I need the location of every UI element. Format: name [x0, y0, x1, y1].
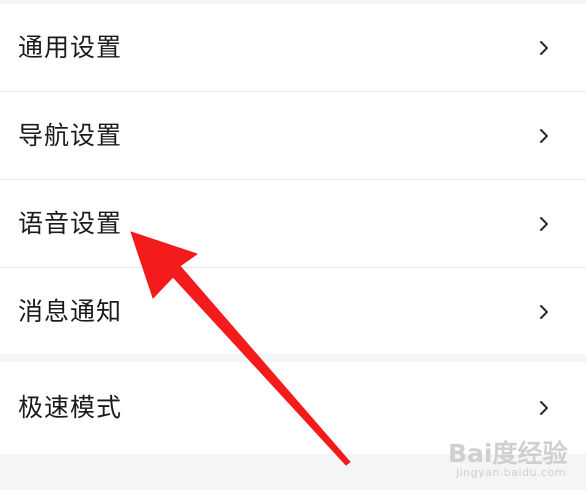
chevron-right-icon	[539, 216, 549, 231]
settings-item-voice[interactable]: 语音设置	[0, 180, 586, 267]
chevron-right-icon	[539, 304, 549, 319]
settings-item-label: 语音设置	[18, 209, 123, 238]
watermark: Bai度经验 jingyan.baidu.com	[448, 430, 580, 486]
settings-item-notifications[interactable]: 消息通知	[0, 268, 586, 355]
settings-item-label: 通用设置	[18, 33, 123, 62]
settings-item-label: 极速模式	[18, 393, 123, 422]
settings-item-navigation[interactable]: 导航设置	[0, 92, 586, 179]
chevron-right-icon	[539, 400, 549, 415]
settings-item-general[interactable]: 通用设置	[0, 4, 586, 91]
chevron-right-icon	[539, 128, 549, 143]
watermark-url: jingyan.baidu.com	[456, 466, 567, 479]
settings-item-label: 消息通知	[18, 297, 123, 326]
watermark-logo-text: Bai度经验	[448, 439, 568, 468]
settings-item-label: 导航设置	[18, 121, 123, 150]
chevron-right-icon	[539, 40, 549, 55]
